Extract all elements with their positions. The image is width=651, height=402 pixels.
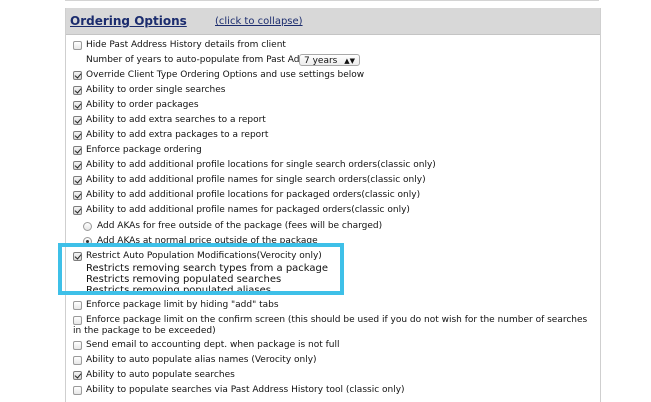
option-checkbox[interactable] <box>73 206 82 215</box>
restrict-auto-population-label: Restrict Auto Population Modifications(V… <box>86 251 322 261</box>
option-label: Override Client Type Ordering Options an… <box>86 70 365 80</box>
aka-free-label: Add AKAs for free outside of the package… <box>97 221 383 231</box>
send-email-label: Send email to accounting dept. when pack… <box>86 340 340 350</box>
option-checkbox[interactable] <box>73 86 82 95</box>
restrict-auto-population-checkbox[interactable] <box>73 252 82 261</box>
auto-populate-alias-label: Ability to auto populate alias names (Ve… <box>86 355 317 365</box>
option-label: Ability to add extra packages to a repor… <box>86 130 269 140</box>
collapse-link[interactable]: (click to collapse) <box>215 16 303 27</box>
years-select-value: 7 years <box>304 56 338 66</box>
option-checkbox[interactable] <box>73 161 82 170</box>
section-header: Ordering Options (click to collapse) <box>66 8 600 35</box>
auto-populate-searches-label: Ability to auto populate searches <box>86 370 235 380</box>
auto-populate-alias-checkbox[interactable] <box>73 356 82 365</box>
aka-normal-price-radio[interactable] <box>83 237 92 246</box>
option-label: Ability to add additional profile names … <box>86 175 426 185</box>
enforce-hiding-label: Enforce package limit by hiding "add" ta… <box>86 300 279 310</box>
option-checkbox[interactable] <box>73 116 82 125</box>
restrict-detail: Restricts removing populated searches <box>86 274 282 285</box>
past-address-tool-label: Ability to populate searches via Past Ad… <box>86 385 405 395</box>
auto-populate-searches-checkbox[interactable] <box>73 371 82 380</box>
option-checkbox[interactable] <box>73 101 82 110</box>
option-label: Ability to add extra searches to a repor… <box>86 115 266 125</box>
hide-past-address-label: Hide Past Address History details from c… <box>86 40 286 50</box>
option-label: Ability to add additional profile names … <box>86 205 410 215</box>
past-address-tool-checkbox[interactable] <box>73 386 82 395</box>
option-checkbox[interactable] <box>73 191 82 200</box>
top-divider <box>65 0 599 1</box>
enforce-confirm-checkbox[interactable] <box>73 316 82 325</box>
years-select[interactable]: 7 years ▲▼ <box>299 54 360 66</box>
option-checkbox[interactable] <box>73 131 82 140</box>
enforce-confirm-label-cont: in the package to be exceeded) <box>73 326 216 336</box>
option-label: Ability to add additional profile locati… <box>86 160 436 170</box>
enforce-hiding-checkbox[interactable] <box>73 301 82 310</box>
restrict-detail: Restricts removing search types from a p… <box>86 263 329 274</box>
send-email-checkbox[interactable] <box>73 341 82 350</box>
option-label: Enforce package ordering <box>86 145 202 155</box>
option-label: Ability to order packages <box>86 100 199 110</box>
aka-normal-price-label: Add AKAs at normal price outside of the … <box>97 236 318 246</box>
option-checkbox[interactable] <box>73 146 82 155</box>
select-arrows-icon: ▲▼ <box>344 57 355 65</box>
section-title: Ordering Options <box>70 14 187 28</box>
option-checkbox[interactable] <box>73 176 82 185</box>
option-label: Ability to order single searches <box>86 85 226 95</box>
option-label: Ability to add additional profile locati… <box>86 190 421 200</box>
aka-free-radio[interactable] <box>83 222 92 231</box>
hide-past-address-checkbox[interactable] <box>73 41 82 50</box>
option-checkbox[interactable] <box>73 71 82 80</box>
restrict-detail: Restricts removing populated aliases <box>86 285 271 296</box>
